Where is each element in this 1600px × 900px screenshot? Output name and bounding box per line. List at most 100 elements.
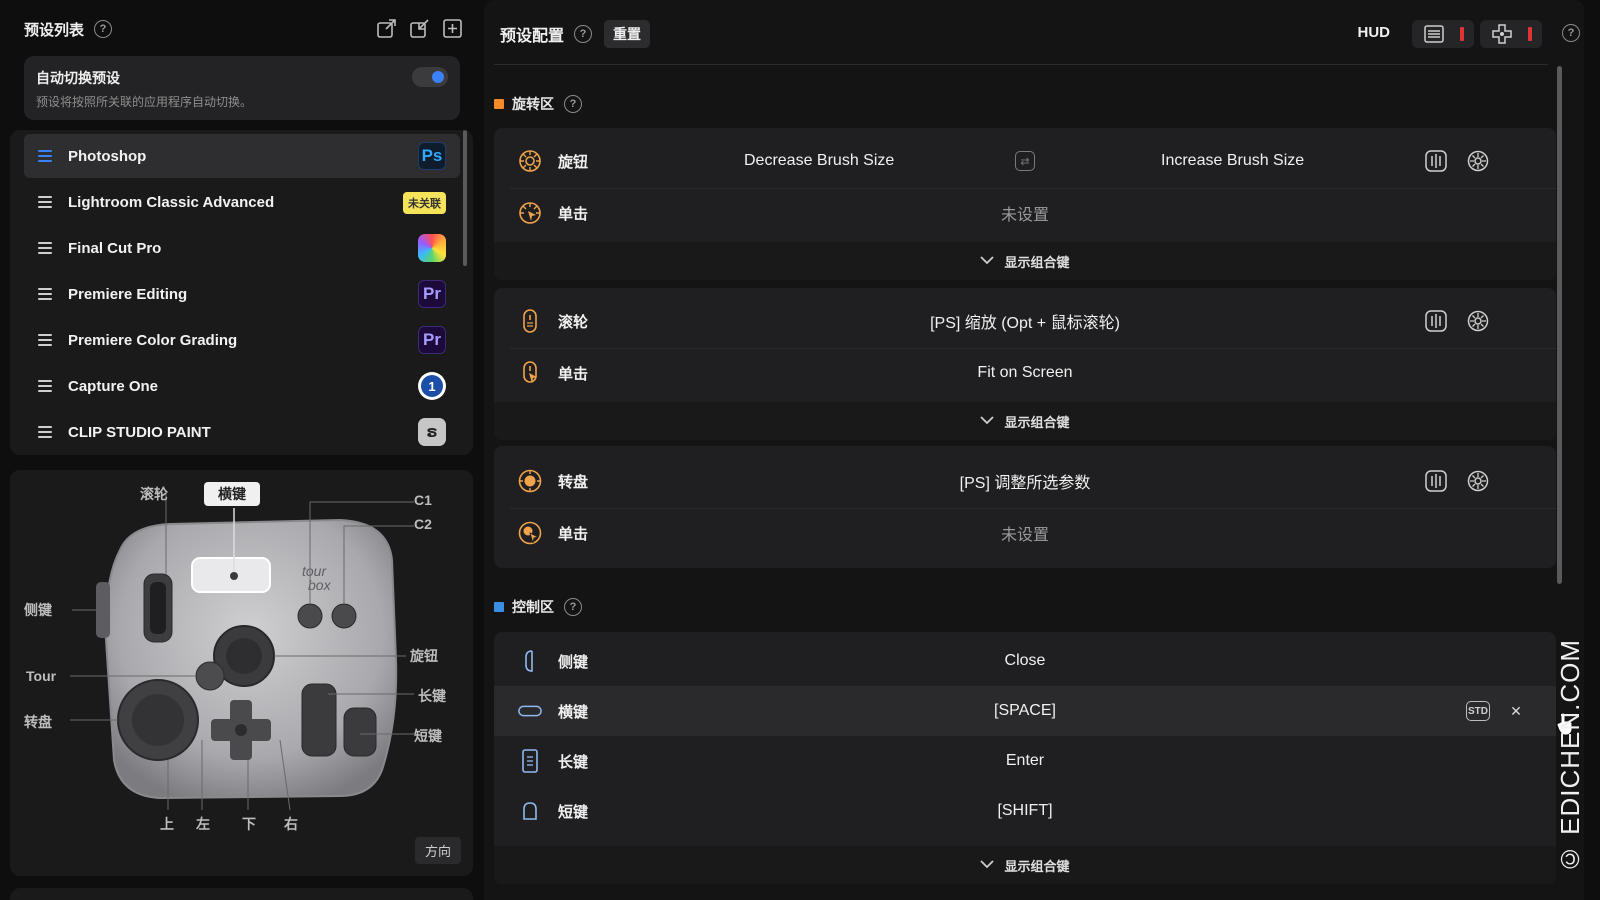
label-side-key[interactable]: 侧键 [24, 600, 52, 620]
capture-one-app-icon: 1 [418, 372, 446, 400]
clear-icon[interactable]: ✕ [1506, 701, 1526, 721]
preset-list-actions [376, 18, 463, 39]
label-horizontal-key[interactable]: 横键 [204, 482, 260, 506]
preset-list-scrollbar[interactable] [463, 130, 467, 266]
dial-row[interactable]: 转盘 [PS] 调整所选参数 [494, 456, 1556, 506]
export-icon[interactable] [376, 18, 397, 39]
label-down[interactable]: 下 [242, 814, 256, 834]
help-icon[interactable]: ? [564, 598, 582, 616]
knob-icon [518, 149, 542, 173]
swap-icon[interactable]: ⇄ [1015, 151, 1035, 171]
label-c1[interactable]: C1 [414, 492, 432, 508]
clip-studio-app-icon: ຣ [418, 418, 446, 446]
preset-item-photoshop[interactable]: Photoshop Ps [24, 134, 460, 178]
label-c2[interactable]: C2 [414, 516, 432, 532]
side-key-value[interactable]: Close [494, 652, 1556, 670]
knob-row[interactable]: 旋钮 Decrease Brush Size ⇄ Increase Brush … [494, 136, 1556, 186]
label-knob[interactable]: 旋钮 [410, 646, 438, 666]
label-scroll[interactable]: 滚轮 [140, 484, 168, 504]
bottom-panel-edge [10, 888, 473, 900]
preset-item-capture-one[interactable]: Capture One 1 [24, 364, 460, 408]
reset-button[interactable]: 重置 [604, 20, 651, 48]
std-mode-icon[interactable]: STD [1466, 701, 1490, 721]
long-key-row[interactable]: 长键 Enter [494, 736, 1556, 786]
label-dial[interactable]: 转盘 [24, 712, 52, 732]
wheel-row[interactable]: 滚轮 [PS] 缩放 (Opt + 鼠标滚轮) [494, 296, 1556, 346]
help-icon[interactable]: ? [564, 95, 582, 113]
chevron-down-icon [980, 414, 995, 428]
short-key-value[interactable]: [SHIFT] [494, 802, 1556, 820]
drag-handle-icon[interactable] [38, 150, 52, 162]
preset-name: Photoshop [68, 147, 147, 165]
horizontal-key-value[interactable]: [SPACE] [494, 702, 1556, 720]
haptic-icon[interactable] [1424, 309, 1448, 333]
help-icon[interactable]: ? [94, 20, 113, 38]
label-right[interactable]: 右 [284, 814, 298, 834]
import-icon[interactable] [409, 18, 430, 39]
label-long-key[interactable]: 长键 [418, 686, 446, 706]
drag-handle-icon[interactable] [38, 288, 52, 300]
blue-square-icon [494, 602, 504, 612]
dial-click-value[interactable]: 未设置 [494, 521, 1556, 545]
preset-list: Photoshop Ps Lightroom Classic Advanced … [10, 130, 473, 455]
show-combo-wheel[interactable]: 显示组合键 [494, 402, 1556, 440]
preset-name: Final Cut Pro [68, 239, 162, 257]
horizontal-key-row[interactable]: 横键 [SPACE] STD ✕ [494, 686, 1556, 736]
side-key-row[interactable]: 侧键 Close [494, 636, 1556, 686]
preset-config-panel: 预设配置 ? 重置 HUD ? 旋转区 ? 旋钮 Decrease Brush … [484, 0, 1584, 900]
add-preset-icon[interactable] [442, 18, 463, 39]
chevron-down-icon [980, 858, 995, 872]
speed-settings-icon[interactable] [1466, 149, 1490, 173]
preset-name: CLIP STUDIO PAINT [68, 423, 211, 441]
label-short-key[interactable]: 短键 [414, 726, 442, 746]
preset-name: Capture One [68, 377, 159, 395]
haptic-icon[interactable] [1424, 469, 1448, 493]
dpad-icon [1492, 24, 1512, 44]
help-icon[interactable]: ? [1562, 24, 1580, 42]
drag-handle-icon[interactable] [38, 196, 52, 208]
knob-left-action[interactable]: Decrease Brush Size [744, 152, 894, 170]
drag-handle-icon[interactable] [38, 334, 52, 346]
drag-handle-icon[interactable] [38, 242, 52, 254]
label-left[interactable]: 左 [196, 814, 210, 834]
hud-device-toggle[interactable] [1480, 20, 1542, 48]
auto-switch-title: 自动切换预设 [36, 70, 120, 86]
direction-button[interactable]: 方向 [414, 837, 461, 864]
dial-value[interactable]: [PS] 调整所选参数 [494, 469, 1556, 493]
show-combo-knob[interactable]: 显示组合键 [494, 242, 1556, 280]
preset-item-lightroom[interactable]: Lightroom Classic Advanced 未关联 [24, 180, 460, 224]
knob-click-value[interactable]: 未设置 [494, 201, 1556, 225]
preset-item-clip-studio[interactable]: CLIP STUDIO PAINT ຣ [24, 410, 460, 454]
label-tour[interactable]: Tour [26, 668, 56, 684]
help-icon[interactable]: ? [574, 25, 593, 43]
preset-list-header: 预设列表 ? [24, 16, 473, 42]
knob-right-action[interactable]: Increase Brush Size [1161, 152, 1304, 170]
knob-click-row[interactable]: 单击 未设置 [494, 188, 1556, 238]
wheel-group: 滚轮 [PS] 缩放 (Opt + 鼠标滚轮) 单击 Fit on Screen… [494, 288, 1556, 440]
preset-item-premiere-color[interactable]: Premiere Color Grading Pr [24, 318, 460, 362]
hud-list-toggle[interactable] [1412, 20, 1474, 48]
preset-name: Premiere Color Grading [68, 331, 238, 349]
config-scrollbar[interactable] [1557, 66, 1562, 584]
preset-item-final-cut-pro[interactable]: Final Cut Pro [24, 226, 460, 270]
dial-click-row[interactable]: 单击 未设置 [494, 508, 1556, 558]
speed-settings-icon[interactable] [1466, 309, 1490, 333]
device-diagram: tour box 滚轮 横键 C1 C2 侧键 旋钮 Tour 长键 转盘 短键… [10, 470, 473, 876]
long-key-value[interactable]: Enter [494, 752, 1556, 770]
auto-switch-toggle[interactable] [412, 67, 448, 87]
short-key-row[interactable]: 短键 [SHIFT] [494, 786, 1556, 836]
wheel-click-value[interactable]: Fit on Screen [494, 364, 1556, 382]
wheel-value[interactable]: [PS] 缩放 (Opt + 鼠标滚轮) [494, 309, 1556, 333]
preset-name: Premiere Editing [68, 285, 188, 303]
drag-handle-icon[interactable] [38, 426, 52, 438]
drag-handle-icon[interactable] [38, 380, 52, 392]
svg-text:box: box [308, 577, 332, 593]
premiere-app-icon: Pr [418, 280, 446, 308]
wheel-click-row[interactable]: 单击 Fit on Screen [494, 348, 1556, 398]
show-combo-control[interactable]: 显示组合键 [494, 846, 1556, 884]
preset-item-premiere-editing[interactable]: Premiere Editing Pr [24, 272, 460, 316]
label-up[interactable]: 上 [160, 814, 174, 834]
speed-settings-icon[interactable] [1466, 469, 1490, 493]
haptic-icon[interactable] [1424, 149, 1448, 173]
preset-list-title: 预设列表 [24, 21, 85, 39]
